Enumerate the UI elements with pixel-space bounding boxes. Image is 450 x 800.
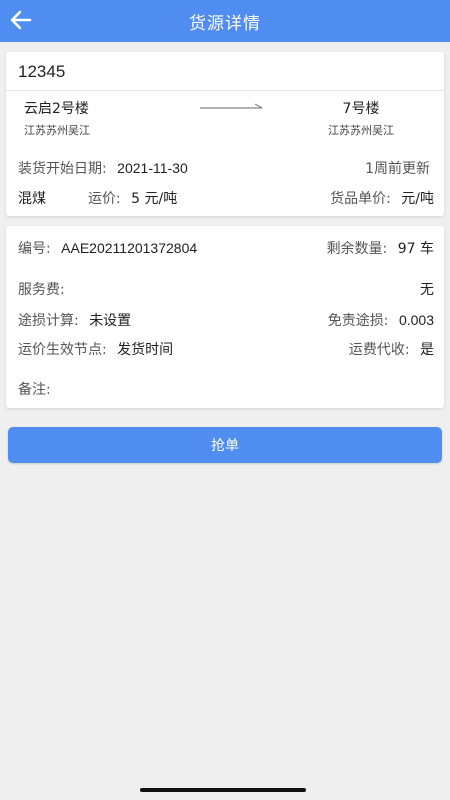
effective-node-row: 运价生效节点: 发货时间 [18, 339, 173, 359]
top-bar: 货源详情 [0, 0, 450, 42]
effective-node-value: 发货时间 [117, 342, 174, 358]
number-value: AAE20211201372804 [61, 240, 198, 256]
freight-value: 5 元/吨 [131, 191, 178, 207]
effective-node-label: 运价生效节点: [18, 342, 107, 358]
exempt-loss-label: 免责途损: [327, 313, 389, 329]
freight-label: 运价: [88, 191, 121, 207]
collection-label: 运费代收: [348, 342, 410, 358]
collection-value: 是 [420, 342, 434, 358]
back-arrow-icon [10, 10, 32, 30]
cargo-summary-card: 12345 云启2号楼 江苏苏州吴江 7号楼 江苏苏州吴江 装货开始日期: 20… [6, 52, 444, 216]
collection-row: 运费代收: 是 [349, 339, 434, 359]
load-date-row: 装货开始日期: 2021-11-30 [18, 158, 188, 178]
service-fee-label: 服务费: [18, 282, 65, 298]
cargo-details-card: 编号: AAE20211201372804 剩余数量: 97 车 服务费: 无 … [6, 226, 444, 408]
goods-name: 混煤 [18, 191, 46, 207]
remaining-label: 剩余数量: [326, 241, 388, 257]
updated-time: 1周前更新 [365, 161, 430, 177]
exempt-loss-value: 0.003 [398, 312, 434, 328]
number-label: 编号: [18, 241, 51, 257]
unit-price-row: 货品单价: 元/吨 [330, 188, 434, 208]
remaining-row: 剩余数量: 97 车 [327, 238, 434, 258]
loss-calc-value: 未设置 [89, 313, 132, 329]
load-date-label: 装货开始日期: [18, 161, 107, 177]
origin-region: 江苏苏州吴江 [24, 124, 90, 137]
load-date-value: 2021-11-30 [117, 160, 188, 176]
exempt-loss-row: 免责途损: 0.003 [328, 310, 434, 330]
remark-label: 备注: [18, 382, 51, 398]
home-indicator [140, 788, 306, 792]
back-button[interactable] [6, 5, 36, 35]
destination-name: 7号楼 [342, 101, 380, 117]
loss-calc-row: 途损计算: 未设置 [18, 310, 131, 330]
destination-region: 江苏苏州吴江 [328, 124, 394, 137]
cargo-code: 12345 [18, 62, 66, 81]
origin-name: 云启2号楼 [24, 101, 89, 117]
service-fee-value: 无 [420, 282, 434, 298]
freight-row: 运价: 5 元/吨 [88, 188, 177, 208]
loss-calc-label: 途损计算: [18, 313, 79, 329]
divider [6, 90, 444, 91]
number-row: 编号: AAE20211201372804 [18, 238, 197, 258]
page-title: 货源详情 [189, 13, 261, 34]
route-arrow-icon [200, 103, 263, 109]
grab-order-button[interactable]: 抢单 [8, 427, 442, 463]
unit-price-value: 元/吨 [401, 191, 434, 207]
remaining-value: 97 车 [397, 241, 434, 257]
unit-price-label: 货品单价: [330, 191, 391, 207]
